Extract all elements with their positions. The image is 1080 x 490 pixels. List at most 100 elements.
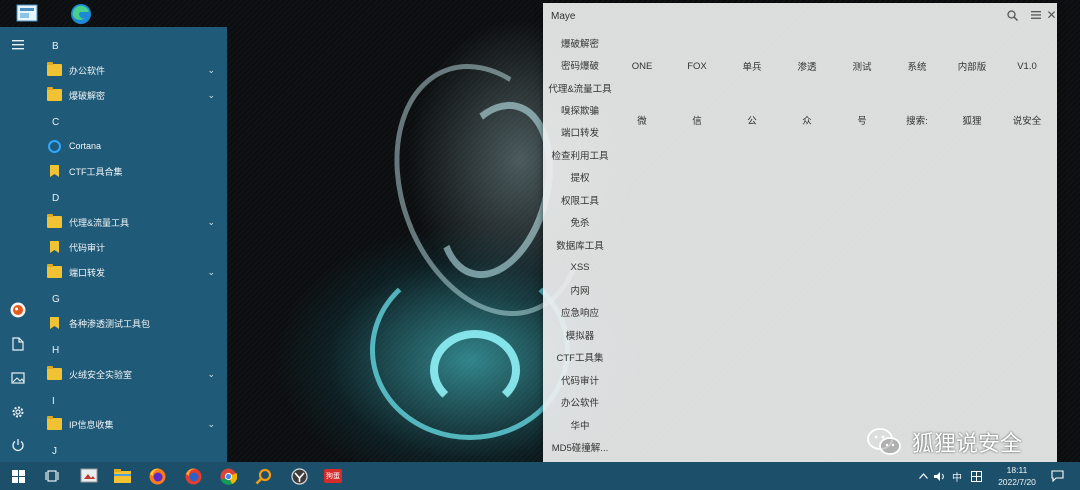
- category-item[interactable]: 免杀: [543, 212, 617, 232]
- category-item[interactable]: 代理&流量工具: [543, 78, 617, 98]
- ime-mode-icon[interactable]: [968, 462, 984, 490]
- app-item-label: CTF工具合集: [69, 166, 123, 177]
- tool-item[interactable]: 公: [725, 111, 779, 129]
- category-item[interactable]: 端口转发: [543, 122, 617, 142]
- chrome-icon[interactable]: [216, 465, 240, 487]
- desktop-shortcut-icon[interactable]: [13, 2, 41, 26]
- app-item-code-audit[interactable]: 代码审计: [36, 236, 227, 258]
- category-item[interactable]: XSS: [543, 257, 617, 277]
- group-letter[interactable]: B: [52, 41, 59, 52]
- app-item-huorong-lab[interactable]: 火绒安全实验室 ⌄: [36, 363, 227, 385]
- taskbar-clock[interactable]: 18:11 2022/7/20: [992, 464, 1042, 488]
- tool-item[interactable]: 号: [835, 111, 889, 129]
- close-icon[interactable]: ✕: [1046, 7, 1057, 23]
- tool-item[interactable]: 微: [615, 111, 669, 129]
- app-item-label: 火绒安全实验室: [69, 369, 133, 380]
- document-icon[interactable]: [8, 334, 28, 354]
- category-item[interactable]: 办公软件: [543, 392, 617, 412]
- tool-item[interactable]: 狐狸: [945, 111, 999, 129]
- task-view-icon[interactable]: [40, 465, 64, 487]
- category-item[interactable]: 应急响应: [543, 302, 617, 322]
- window-title: Maye: [551, 11, 576, 22]
- wechat-logo-icon: [866, 427, 902, 457]
- tool-item[interactable]: 信: [670, 111, 724, 129]
- category-item[interactable]: 提权: [543, 167, 617, 187]
- volume-icon[interactable]: [932, 462, 946, 490]
- app-item-label: IP信息收集: [69, 419, 114, 430]
- power-icon[interactable]: [8, 435, 28, 455]
- category-item[interactable]: 数据库工具: [543, 235, 617, 255]
- edge-browser-icon[interactable]: [67, 2, 95, 26]
- pictures-icon[interactable]: [8, 368, 28, 388]
- snipping-tool-icon[interactable]: [77, 465, 101, 487]
- chevron-down-icon: ⌄: [207, 64, 215, 75]
- bookmark-icon: [50, 241, 59, 253]
- start-windows-icon[interactable]: [6, 465, 30, 487]
- app-item-label: 端口转发: [69, 267, 106, 278]
- category-item[interactable]: 代码审计: [543, 370, 617, 390]
- tool-item[interactable]: FOX: [670, 57, 724, 75]
- bookmark-icon: [50, 165, 59, 177]
- start-menu-app-list: B 办公软件 ⌄ 爆破解密 ⌄ C Cortana CTF工具合集 D 代理&流…: [36, 27, 227, 462]
- group-letter[interactable]: J: [52, 446, 57, 457]
- tool-item[interactable]: 单兵: [725, 57, 779, 75]
- tool-item[interactable]: V1.0: [1000, 57, 1054, 75]
- user-avatar-icon[interactable]: [8, 300, 28, 320]
- folder-icon: [47, 416, 62, 430]
- clock-time: 18:11: [1006, 465, 1028, 475]
- category-item[interactable]: 密码爆破: [543, 55, 617, 75]
- app-item-office[interactable]: 办公软件 ⌄: [36, 59, 227, 81]
- app-item-cortana[interactable]: Cortana: [36, 135, 227, 157]
- firefox-icon[interactable]: [145, 465, 169, 487]
- category-item[interactable]: 模拟器: [543, 325, 617, 345]
- watermark-text: 狐狸说安全: [912, 432, 1023, 457]
- category-item[interactable]: 内网: [543, 280, 617, 300]
- group-letter[interactable]: G: [52, 294, 60, 305]
- folder-icon: [47, 87, 62, 101]
- tool-item[interactable]: ONE: [615, 57, 669, 75]
- search-everything-icon[interactable]: [251, 465, 275, 487]
- category-item[interactable]: 爆破解密: [543, 33, 617, 53]
- app-item-ctf-tools[interactable]: CTF工具合集: [36, 160, 227, 182]
- group-letter[interactable]: H: [52, 345, 59, 356]
- tool-item[interactable]: 系统: [890, 57, 944, 75]
- tool-item[interactable]: 渗透: [780, 57, 834, 75]
- chevron-down-icon: ⌄: [207, 216, 215, 227]
- search-icon[interactable]: [1004, 7, 1020, 23]
- app-item-port-forward[interactable]: 端口转发 ⌄: [36, 261, 227, 283]
- tool-item[interactable]: 内部版: [945, 57, 999, 75]
- app-item-ip-info[interactable]: IP信息收集 ⌄: [36, 413, 227, 435]
- category-item[interactable]: MD5碰撞解...: [543, 437, 617, 457]
- cortana-icon: [48, 139, 61, 153]
- red-app-icon[interactable]: 狗蛋: [321, 465, 345, 487]
- firefox-dev-icon[interactable]: [181, 465, 205, 487]
- category-item[interactable]: 权限工具: [543, 190, 617, 210]
- category-item[interactable]: CTF工具集: [543, 347, 617, 367]
- tray-overflow-chevron-icon[interactable]: [916, 462, 930, 490]
- category-item[interactable]: 华中: [543, 415, 617, 435]
- group-letter[interactable]: D: [52, 193, 59, 204]
- app-item-pentest-toolkits[interactable]: 各种渗透测试工具包: [36, 312, 227, 334]
- app-item-crack-decrypt[interactable]: 爆破解密 ⌄: [36, 84, 227, 106]
- tool-item[interactable]: 搜索:: [890, 111, 944, 129]
- menu-icon[interactable]: [1028, 7, 1044, 23]
- notification-icon[interactable]: [1048, 462, 1066, 490]
- tool-item[interactable]: 测试: [835, 57, 889, 75]
- file-explorer-icon[interactable]: [110, 465, 134, 487]
- group-letter[interactable]: I: [52, 396, 55, 407]
- tool-item[interactable]: 众: [780, 111, 834, 129]
- group-letter[interactable]: C: [52, 117, 59, 128]
- category-item[interactable]: 嗅探欺骗: [543, 100, 617, 120]
- category-item[interactable]: 检查利用工具: [543, 145, 617, 165]
- red-app-label: 狗蛋: [324, 469, 342, 483]
- proxy-tool-icon[interactable]: [287, 465, 311, 487]
- clock-date: 2022/7/20: [998, 477, 1036, 487]
- hamburger-menu-icon[interactable]: [8, 35, 28, 55]
- taskbar: 狗蛋 中 18:11 2022/7/20: [0, 462, 1080, 490]
- chevron-down-icon: ⌄: [207, 266, 215, 277]
- settings-gear-icon[interactable]: [8, 402, 28, 422]
- tool-item[interactable]: 说安全: [1000, 111, 1054, 129]
- start-menu: B 办公软件 ⌄ 爆破解密 ⌄ C Cortana CTF工具合集 D 代理&流…: [0, 27, 227, 462]
- ime-indicator[interactable]: 中: [949, 462, 965, 490]
- app-item-proxy-traffic[interactable]: 代理&流量工具 ⌄: [36, 211, 227, 233]
